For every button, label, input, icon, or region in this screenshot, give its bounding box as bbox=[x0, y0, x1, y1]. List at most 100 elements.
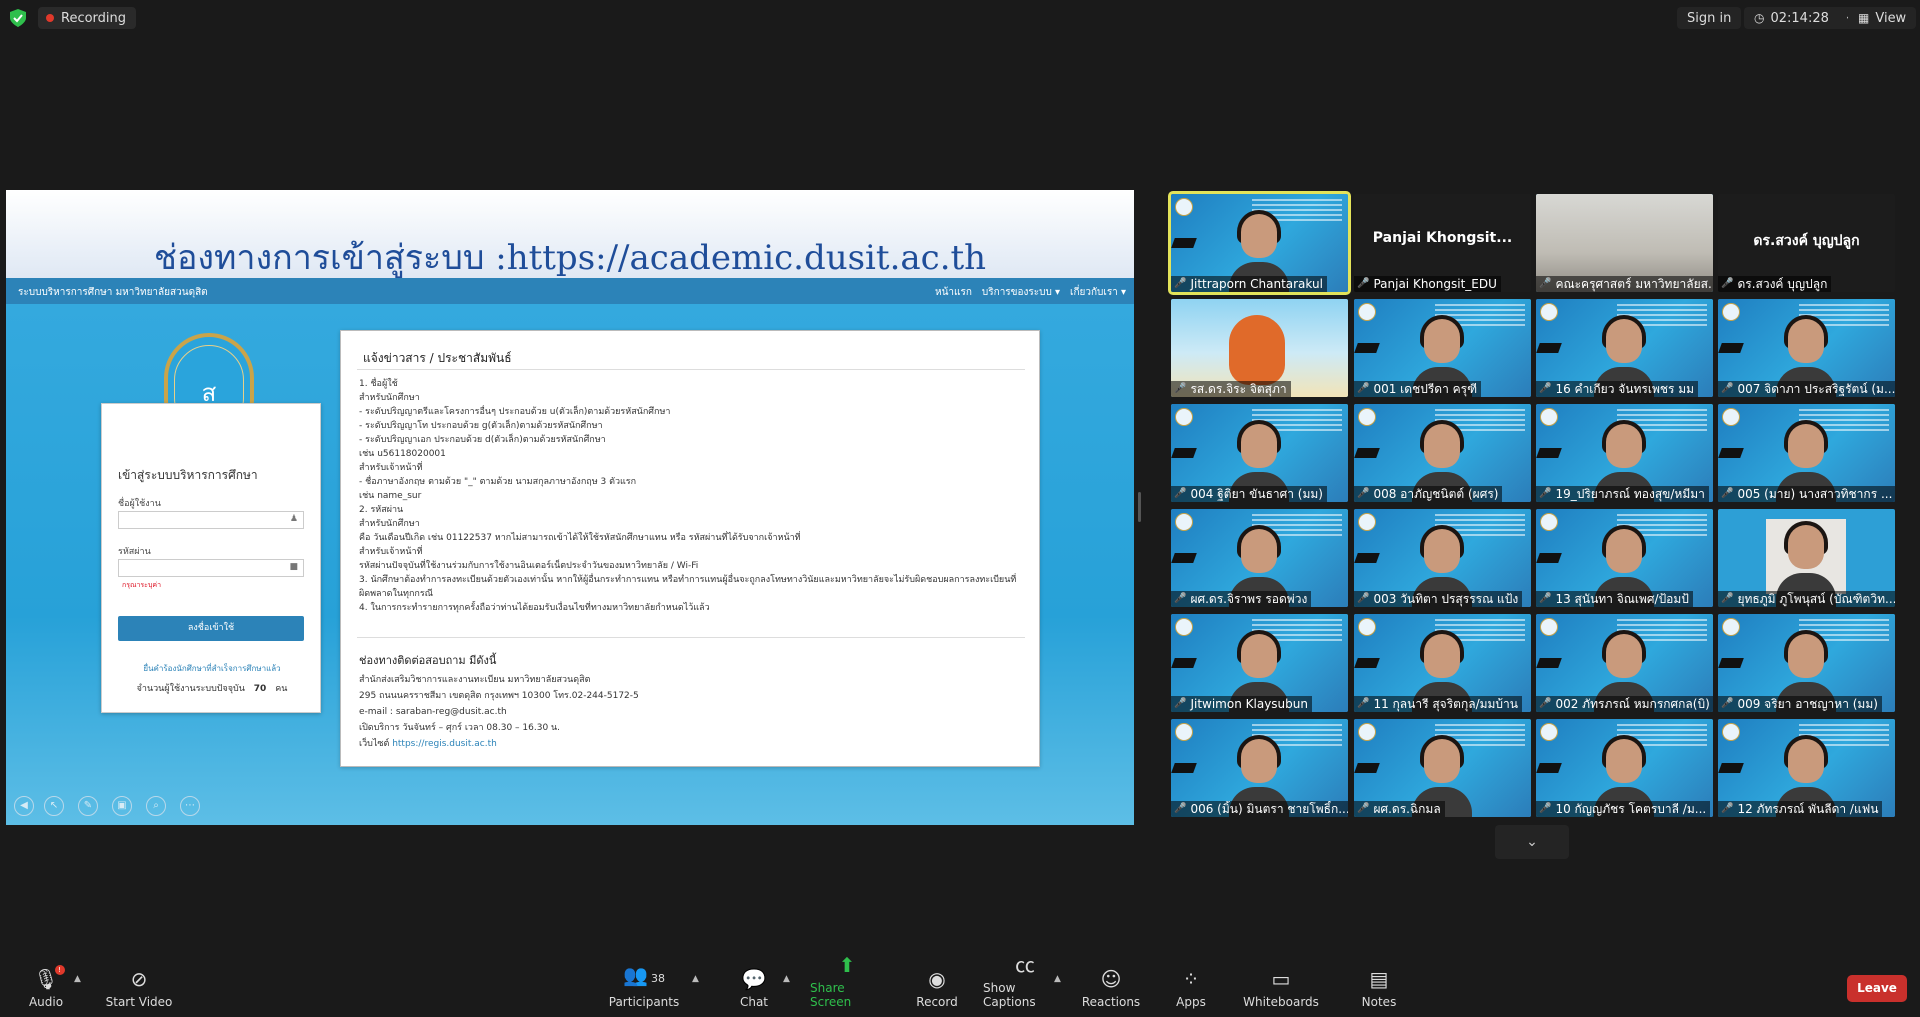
graduation-cap-icon bbox=[1354, 553, 1380, 563]
website-label: เว็บไซต์ bbox=[359, 739, 390, 749]
start-video-button[interactable]: ⊘ Start Video bbox=[104, 955, 174, 1017]
participant-tile[interactable]: 🎤 รส.ดร.จิระ จิตสุภา bbox=[1171, 299, 1348, 397]
chat-icon: 💬 bbox=[741, 967, 767, 991]
nav-services[interactable]: บริการของระบบ ▾ bbox=[982, 285, 1060, 300]
participant-name: ผศ.ดร.จิราพร รอดพ่วง bbox=[1190, 592, 1308, 606]
sign-in-label: Sign in bbox=[1687, 10, 1732, 26]
recording-indicator[interactable]: Recording bbox=[38, 7, 137, 29]
record-button[interactable]: ◉ Record bbox=[915, 955, 959, 1017]
slide-pointer-icon[interactable]: ↖ bbox=[44, 796, 64, 816]
slide-pen-icon[interactable]: ✎ bbox=[78, 796, 98, 816]
participant-name-tag: 🎤 002 ภัทรภรณ์ หมกรกศกล(บิ) bbox=[1536, 696, 1713, 712]
nav-about[interactable]: เกี่ยวกับเรา ▾ bbox=[1070, 285, 1126, 300]
participant-tile[interactable]: 🎤 12 ภัทรภรณ์ พันลีดา /แฟน bbox=[1718, 719, 1895, 817]
participant-tile[interactable]: 🎤 006 (มิ้น) มินตรา ชายโพธิ์ก... bbox=[1171, 719, 1348, 817]
slide-pages-icon[interactable]: ▣ bbox=[112, 796, 132, 816]
participant-name: คณะครุศาสตร์ มหาวิทยาลัยส... bbox=[1555, 277, 1713, 291]
participant-tile[interactable]: 🎤 008 อาภัญชนิตต์ (ผศร) bbox=[1354, 404, 1531, 502]
username-field[interactable]: ♟ bbox=[118, 511, 304, 529]
participant-tile[interactable]: 🎤 001 เดชปรีดา ครุฑี bbox=[1354, 299, 1531, 397]
graduation-cap-icon bbox=[1536, 553, 1562, 563]
audio-options-chevron-icon[interactable]: ▲ bbox=[74, 974, 81, 984]
participant-name-tag: 🎤 19_ปริยาภรณ์ ทองสุข/หมีมา bbox=[1536, 486, 1709, 502]
meeting-timer[interactable]: ◷ 02:14:28 ▾ bbox=[1744, 7, 1861, 29]
participant-tile[interactable]: 🎤 ผศ.ดร.จิราพร รอดพ่วง bbox=[1171, 509, 1348, 607]
contact-divider bbox=[357, 637, 1025, 638]
apps-icon: ⁘ bbox=[1182, 967, 1200, 991]
split-resize-handle[interactable] bbox=[1138, 492, 1141, 522]
share-screen-button[interactable]: ⬆ Share Screen bbox=[810, 954, 884, 1017]
participants-button[interactable]: 👥 38 Participants bbox=[609, 955, 680, 1017]
participant-tile[interactable]: 🎤 004 ฐิติยา ขันธาศา (มม) bbox=[1171, 404, 1348, 502]
slide-prev-icon[interactable]: ◀ bbox=[14, 796, 34, 816]
mic-muted-icon: 🎤 bbox=[1357, 383, 1370, 394]
chat-label: Chat bbox=[739, 995, 769, 1009]
participant-tile[interactable]: 🎤 16 คำเกียว จันทรเพชร มม bbox=[1536, 299, 1713, 397]
participant-tile[interactable]: 🎤 002 ภัทรภรณ์ หมกรกศกล(บิ) bbox=[1536, 614, 1713, 712]
mic-muted-icon: 🎤 bbox=[1721, 383, 1734, 394]
slide-zoom-icon[interactable]: ⌕ bbox=[146, 796, 166, 816]
login-button[interactable]: ลงชื่อเข้าใช้ bbox=[118, 616, 304, 641]
participants-options-chevron-icon[interactable]: ▲ bbox=[692, 974, 699, 984]
audio-button[interactable]: 🎙! Audio bbox=[28, 955, 65, 1017]
participant-tile[interactable]: ดร.สวงค์ บุญปลูก 🎤 ดร.สวงค์ บุญปลูก bbox=[1718, 194, 1895, 292]
announcement-line: รหัสผ่านปัจจุบันที่ใช้งานร่วมกับการใช้งา… bbox=[359, 561, 699, 571]
chat-button[interactable]: 💬 Chat bbox=[736, 955, 772, 1017]
graduation-cap-icon bbox=[1171, 448, 1197, 458]
graduate-request-link[interactable]: ยื่นคำร้องนักศึกษาที่สำเร็จการศึกษาแล้ว bbox=[102, 662, 322, 675]
captions-options-chevron-icon[interactable]: ▲ bbox=[1054, 974, 1061, 984]
nav-home[interactable]: หน้าแรก bbox=[935, 285, 972, 300]
heading-divider bbox=[357, 369, 1025, 370]
participant-tile[interactable]: 🎤 13 สุนันทา จิณเพศ/ป้อมป้ bbox=[1536, 509, 1713, 607]
participant-tile[interactable]: 🎤 ผศ.ดร.ฉิกมล bbox=[1354, 719, 1531, 817]
gallery-next-page-icon[interactable]: ⌄ bbox=[1495, 825, 1569, 859]
slide-more-icon[interactable]: ⋯ bbox=[180, 796, 200, 816]
apps-button[interactable]: ⁘ Apps bbox=[1175, 955, 1207, 1017]
participant-tile[interactable]: 🎤 10 กัญญภัชร โคตรบาลี /ม... bbox=[1536, 719, 1713, 817]
participant-tile[interactable]: 🎤 005 (มาย) นางสาวทิชากร ... bbox=[1718, 404, 1895, 502]
participant-name: 003 วันทิตา ปรสุรรรณ แป้ง bbox=[1373, 592, 1519, 606]
university-badge-icon bbox=[1358, 408, 1376, 426]
video-off-icon: ⊘ bbox=[130, 967, 148, 991]
shared-screen[interactable]: ช่องทางการเข้าสู่ระบบ :https://academic.… bbox=[6, 190, 1134, 825]
participant-tile[interactable]: 🎤 19_ปริยาภรณ์ ทองสุข/หมีมา bbox=[1536, 404, 1713, 502]
announcement-line: คือ วันเดือนปีเกิด เช่น 01122537 หากไม่ส… bbox=[359, 533, 801, 543]
leave-button[interactable]: Leave bbox=[1847, 975, 1907, 1002]
participant-tile[interactable]: 🎤 Jittraporn Chantarakul bbox=[1168, 191, 1351, 295]
participant-tile[interactable]: Panjai Khongsit... 🎤 Panjai Khongsit_EDU bbox=[1354, 194, 1531, 292]
participant-name-tag: 🎤 Jittraporn Chantarakul bbox=[1171, 276, 1327, 292]
university-badge-icon bbox=[1540, 618, 1558, 636]
whiteboards-label: Whiteboards bbox=[1243, 995, 1319, 1009]
university-badge-icon bbox=[1540, 303, 1558, 321]
password-field[interactable]: ■ bbox=[118, 559, 304, 577]
apps-label: Apps bbox=[1176, 995, 1206, 1009]
participant-name: รส.ดร.จิระ จิตสุภา bbox=[1190, 382, 1287, 396]
participant-tile[interactable]: 🎤 11 กุลนารี สุจริตกุล/มมบ้าน bbox=[1354, 614, 1531, 712]
sign-in-button[interactable]: Sign in bbox=[1677, 7, 1742, 29]
site-title: ระบบบริหารการศึกษา มหาวิทยาลัยสวนดุสิต bbox=[18, 287, 208, 298]
chat-options-chevron-icon[interactable]: ▲ bbox=[783, 974, 790, 984]
participant-name-tag: 🎤 คณะครุศาสตร์ มหาวิทยาลัยส... bbox=[1536, 276, 1713, 292]
reactions-button[interactable]: ☺ Reactions bbox=[1082, 955, 1140, 1017]
participant-tile[interactable]: 🎤 ยุทธภูมิ ภูโพนุสน์ (บัณฑิตวิท... bbox=[1718, 509, 1895, 607]
participant-tile[interactable]: 🎤 Jitwimon Klaysubun bbox=[1171, 614, 1348, 712]
participant-tile[interactable]: 🎤 007 จิดาภา ประสริฐรัตน์ (ม... bbox=[1718, 299, 1895, 397]
website-link[interactable]: https://regis.dusit.ac.th bbox=[392, 739, 497, 749]
participant-tile[interactable]: 🎤 คณะครุศาสตร์ มหาวิทยาลัยส... bbox=[1536, 194, 1713, 292]
login-title: เข้าสู่ระบบบริหารการศึกษา bbox=[118, 468, 258, 482]
participant-tile[interactable]: 🎤 003 วันทิตา ปรสุรรรณ แป้ง bbox=[1354, 509, 1531, 607]
mic-muted-icon: 🎤 bbox=[1539, 803, 1552, 814]
view-button[interactable]: ▦ View bbox=[1848, 7, 1917, 29]
online-unit: คน bbox=[275, 684, 288, 694]
encryption-shield-icon[interactable] bbox=[10, 9, 26, 27]
participant-name: 009 จริยา อาชญาหา (มม) bbox=[1737, 697, 1878, 711]
mic-muted-icon: 🎤 bbox=[1357, 698, 1370, 709]
participant-tile[interactable]: 🎤 009 จริยา อาชญาหา (มม) bbox=[1718, 614, 1895, 712]
whiteboards-button[interactable]: ▭ Whiteboards bbox=[1243, 955, 1319, 1017]
online-counter: จำนวนผู้ใช้งานระบบปัจจุบัน 70 คน bbox=[102, 681, 322, 695]
graduation-cap-icon bbox=[1536, 448, 1562, 458]
notes-button[interactable]: ▤ Notes bbox=[1361, 955, 1397, 1017]
captions-button[interactable]: ㏄ Show Captions bbox=[983, 954, 1067, 1017]
graduation-cap-icon bbox=[1171, 238, 1197, 248]
mic-muted-icon: 🎤 bbox=[1721, 488, 1734, 499]
